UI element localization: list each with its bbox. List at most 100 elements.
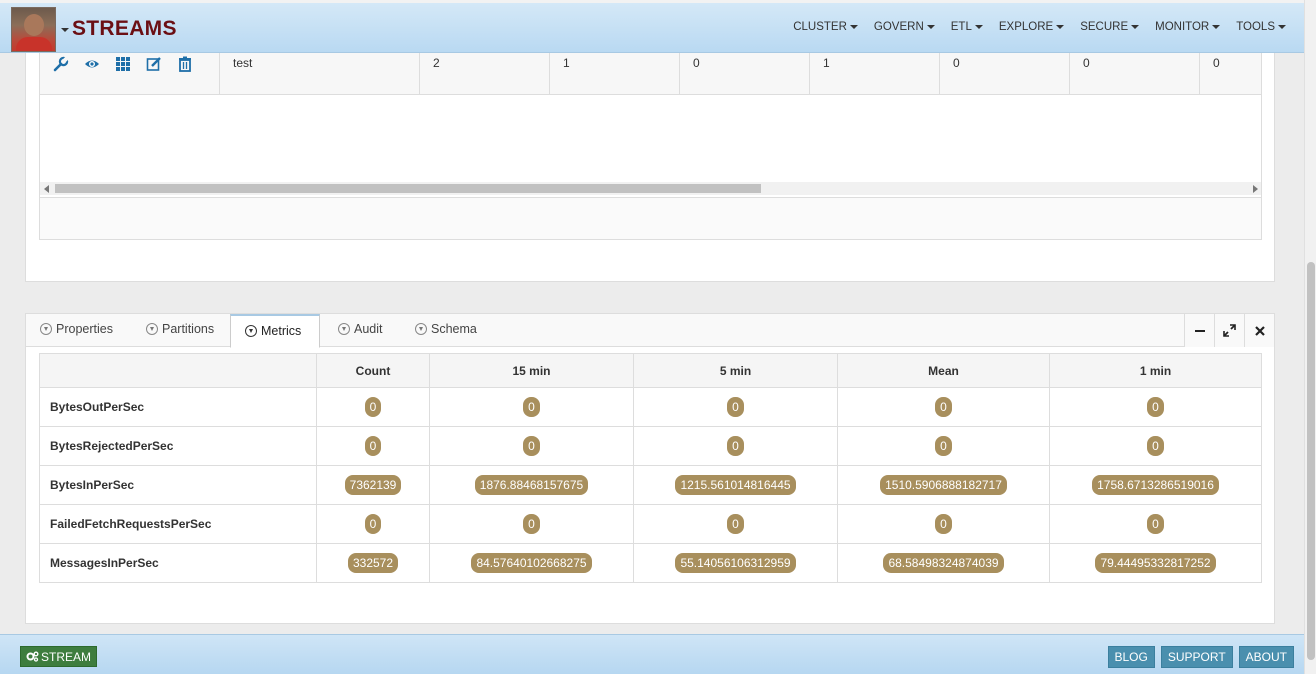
metric-name: MessagesInPerSec <box>39 543 317 583</box>
table-row: MessagesInPerSec 332572 84.5764010266827… <box>39 543 1262 583</box>
metric-name: BytesOutPerSec <box>39 387 317 427</box>
top-navbar: STREAMS CLUSTER GOVERN ETL EXPLORE SECUR… <box>0 0 1304 53</box>
blog-button[interactable]: BLOG <box>1107 646 1155 668</box>
table-cell: 1 <box>550 49 680 95</box>
about-button[interactable]: ABOUT <box>1238 646 1294 668</box>
metric-name: BytesRejectedPerSec <box>39 426 317 466</box>
metric-badge: 55.14056106312959 <box>675 553 796 573</box>
support-button[interactable]: SUPPORT <box>1160 646 1233 668</box>
vertical-scrollbar[interactable] <box>1304 0 1316 674</box>
metrics-panel: Properties Partitions Metrics Audit Sche… <box>25 313 1275 624</box>
download-circle-icon <box>338 323 350 335</box>
table-row: BytesOutPerSec 0 0 0 0 0 <box>39 387 1262 427</box>
table-cell: 0 <box>1070 49 1200 95</box>
column-header: 5 min <box>633 353 838 388</box>
avatar[interactable] <box>11 7 56 52</box>
edit-icon[interactable] <box>146 56 164 72</box>
metric-badge: 1510.5906888182717 <box>880 475 1007 495</box>
table-cell: 2 <box>420 49 550 95</box>
metric-badge: 0 <box>935 397 952 417</box>
table-footer <box>40 197 1261 239</box>
gears-icon <box>26 651 39 662</box>
metric-badge: 7362139 <box>344 475 402 495</box>
download-circle-icon <box>40 323 52 335</box>
metric-badge: 0 <box>935 514 952 534</box>
metric-badge: 84.57640102668275 <box>471 553 592 573</box>
chevron-down-icon <box>1131 24 1140 29</box>
horizontal-scrollbar[interactable] <box>40 182 1261 195</box>
expand-button[interactable] <box>1214 314 1244 347</box>
stream-button-label: STREAM <box>41 649 92 664</box>
metric-badge: 0 <box>523 397 540 417</box>
chevron-down-icon <box>849 24 858 29</box>
metric-badge: 0 <box>727 514 744 534</box>
metric-badge: 0 <box>523 514 540 534</box>
tab-properties[interactable]: Properties <box>26 314 123 347</box>
chevron-down-icon[interactable] <box>61 28 69 32</box>
menu-etl[interactable]: ETL <box>943 21 991 33</box>
metrics-table: Count 15 min 5 min Mean 1 min BytesOutPe… <box>39 353 1262 583</box>
metric-badge: 1758.6713286519016 <box>1092 475 1219 495</box>
minimize-icon <box>1194 329 1205 332</box>
table-cell: 0 <box>940 49 1070 95</box>
horizontal-scroll-thumb[interactable] <box>55 184 761 193</box>
stream-button[interactable]: STREAM <box>20 646 98 667</box>
chevron-down-icon <box>926 24 935 29</box>
topics-table: test 2 1 0 1 0 0 0 <box>39 48 1262 240</box>
column-header: 15 min <box>429 353 634 388</box>
chevron-down-icon <box>1056 24 1065 29</box>
download-circle-icon <box>146 323 158 335</box>
metric-badge: 0 <box>1147 514 1164 534</box>
main-menu: CLUSTER GOVERN ETL EXPLORE SECURE MONITO… <box>785 21 1294 33</box>
table-row: BytesInPerSec 7362139 1876.88468157675 1… <box>39 465 1262 505</box>
scroll-right-icon[interactable] <box>1253 185 1258 193</box>
column-header: Mean <box>837 353 1050 388</box>
metric-badge: 1876.88468157675 <box>474 475 589 495</box>
vertical-scroll-thumb[interactable] <box>1307 262 1315 660</box>
menu-explore[interactable]: EXPLORE <box>991 21 1072 33</box>
eye-icon[interactable] <box>84 56 102 72</box>
tab-metrics[interactable]: Metrics <box>230 314 320 348</box>
menu-tools[interactable]: TOOLS <box>1228 21 1294 33</box>
metric-badge: 0 <box>1147 436 1164 456</box>
tab-audit[interactable]: Audit <box>324 314 393 347</box>
topic-name-cell: test <box>220 49 420 95</box>
menu-govern[interactable]: GOVERN <box>866 21 943 33</box>
close-button[interactable] <box>1244 314 1274 347</box>
metric-badge: 0 <box>364 436 382 456</box>
metric-badge: 0 <box>935 436 952 456</box>
metric-badge: 1215.561014816445 <box>675 475 796 495</box>
scroll-left-icon[interactable] <box>44 185 49 193</box>
chevron-down-icon <box>1278 24 1286 29</box>
chevron-down-icon <box>974 24 983 29</box>
tab-schema[interactable]: Schema <box>401 314 487 347</box>
footer-bar: STREAM BLOG SUPPORT ABOUT <box>0 634 1304 674</box>
brand-title[interactable]: STREAMS <box>72 17 177 41</box>
metric-name: FailedFetchRequestsPerSec <box>39 504 317 544</box>
menu-monitor[interactable]: MONITOR <box>1147 21 1228 33</box>
minimize-button[interactable] <box>1184 314 1214 347</box>
tab-bar: Properties Partitions Metrics Audit Sche… <box>26 314 1274 348</box>
wrench-icon[interactable] <box>53 56 71 72</box>
grid-icon[interactable] <box>115 56 133 72</box>
table-cell: 0 <box>1213 56 1220 70</box>
download-circle-icon <box>415 323 427 335</box>
table-header-row: Count 15 min 5 min Mean 1 min <box>39 353 1262 388</box>
table-cell: 1 <box>810 49 940 95</box>
metric-badge: 68.58498324874039 <box>883 553 1004 573</box>
column-header <box>39 353 317 388</box>
menu-cluster[interactable]: CLUSTER <box>785 21 866 33</box>
metric-badge: 332572 <box>347 553 399 573</box>
metric-badge: 0 <box>727 436 744 456</box>
download-circle-icon <box>245 325 257 337</box>
chevron-down-icon <box>1212 24 1221 29</box>
tab-partitions[interactable]: Partitions <box>132 314 224 347</box>
table-row: BytesRejectedPerSec 0 0 0 0 0 <box>39 426 1262 466</box>
menu-secure[interactable]: SECURE <box>1072 21 1147 33</box>
table-row: FailedFetchRequestsPerSec 0 0 0 0 0 <box>39 504 1262 544</box>
table-cell: 0 <box>680 49 810 95</box>
actions-cell <box>40 49 220 95</box>
footer-links: BLOG SUPPORT ABOUT <box>1107 646 1294 668</box>
column-header: Count <box>316 353 430 388</box>
trash-icon[interactable] <box>177 56 195 72</box>
